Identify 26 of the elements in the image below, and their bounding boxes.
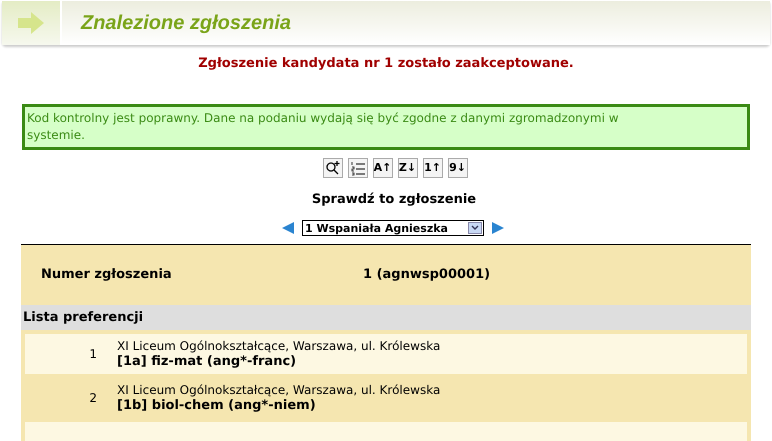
check-title: Sprawdź to zgłoszenie (312, 190, 476, 208)
page-title: Znalezione zgłoszenia (81, 11, 292, 36)
number-value: 1 (agnwsp00001) (363, 266, 490, 284)
numbered-list-icon (350, 160, 366, 176)
dropdown-caret-icon (468, 222, 482, 234)
sort-button[interactable]: A↑ (372, 158, 392, 178)
rank-cell-text: 1 (88, 346, 98, 363)
sort-button[interactable]: Z↓ (398, 158, 418, 178)
magnifier-plus-icon (324, 160, 340, 176)
notice-box: Kod kontrolny jest poprawny. Dane na podaniu wydają się być zgodne z danymi zgromadzonymi w systemie. (22, 104, 750, 150)
class-profile: [1b] biol-chem (ang*-niem) (117, 398, 317, 414)
applicant-select[interactable]: 1 Wspaniała Agnieszka (302, 220, 484, 236)
success-message: Zgłoszenie kandydata nr 1 zostało zaakceptowane. (198, 55, 574, 73)
sort-button[interactable]: 1↑ (422, 158, 442, 178)
zoom-in-button[interactable] (322, 158, 342, 178)
preferences-header: Lista preferencji (21, 305, 751, 330)
class-profile: [1a] fiz-mat (ang*-franc) (117, 354, 298, 370)
school-name: XI Liceum Ogólnokształcące, Warszawa, ul. Królewska (117, 382, 440, 398)
numbered-list-button[interactable] (348, 158, 368, 178)
school-name: XI Liceum Ogólnokształcące, Warszawa, ul. Królewska (117, 338, 440, 354)
next-arrow-icon[interactable] (492, 222, 504, 234)
rank-cell-text: 2 (88, 390, 98, 407)
arrow-right-icon (18, 12, 44, 34)
sort-button[interactable]: 9↓ (448, 158, 468, 178)
number-label: Numer zgłoszenia (40, 266, 173, 284)
previous-arrow-icon[interactable] (282, 222, 294, 234)
